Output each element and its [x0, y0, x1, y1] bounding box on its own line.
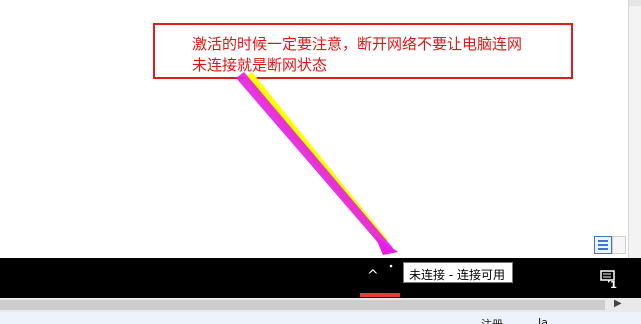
scrollbar-thumb[interactable] [631, 40, 639, 190]
network-icon-highlight [360, 293, 400, 297]
arrow-yellow-shaft [244, 72, 388, 245]
bottom-text-right: Ja... [538, 316, 559, 324]
notification-count-badge: 1 [610, 280, 617, 291]
annotation-callout: 激活的时候一定要注意，断开网络不要让电脑连网 未连接就是断网状态 [153, 23, 573, 79]
taskbar [0, 258, 641, 298]
annotation-line-1: 激活的时候一定要注意，断开网络不要让电脑连网 [192, 35, 523, 53]
scrollbar-top [629, 0, 641, 6]
bottom-text-left: 注册 [481, 316, 503, 324]
details-view-icon[interactable] [594, 236, 612, 254]
arrow-head [375, 236, 398, 255]
bottom-partial-strip: 注册 Ja... [0, 312, 641, 324]
arrow-magenta-shaft [236, 72, 393, 252]
tiles-view-icon[interactable] [612, 236, 626, 254]
horizontal-scrollbar-thumb[interactable] [0, 300, 605, 310]
vertical-scrollbar[interactable] [628, 0, 641, 258]
view-toggle [594, 236, 626, 256]
network-icon[interactable] [388, 263, 402, 280]
scroll-right-arrow-icon[interactable]: ▶ [614, 298, 622, 309]
network-status-tooltip: 未连接 - 连接可用 [403, 262, 513, 283]
annotation-line-2: 未连接就是断网状态 [192, 56, 328, 74]
horizontal-scrollbar[interactable]: ▶ [0, 298, 641, 312]
show-hidden-icons-chevron-icon[interactable]: ^ [367, 268, 379, 284]
